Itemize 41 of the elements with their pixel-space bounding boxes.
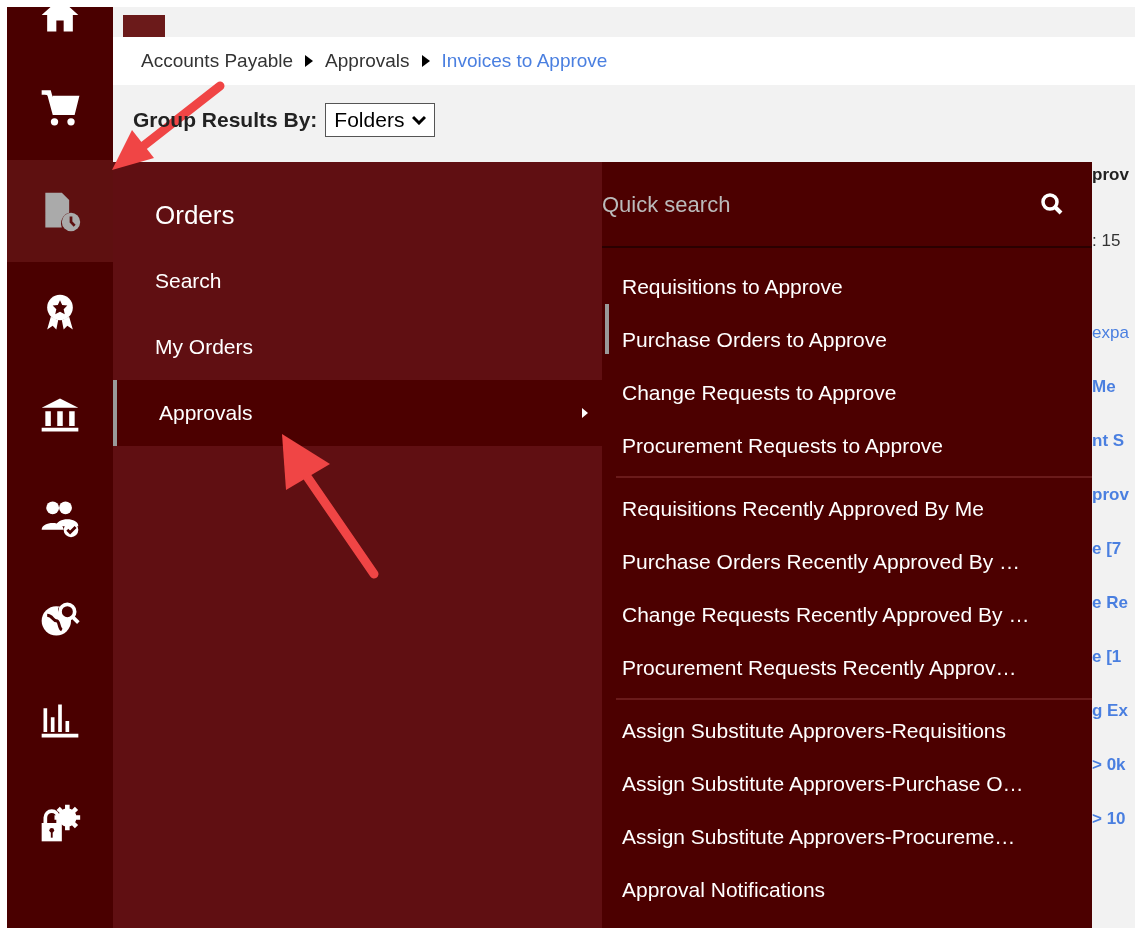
submenu-item[interactable]: Assign Substitute Approvers-Procureme… [602, 810, 1092, 863]
caret-icon [421, 55, 430, 67]
submenu-item[interactable]: Purchase Orders to Approve [602, 313, 1092, 366]
page-text-fragment: > 10 [1092, 808, 1127, 830]
scrollbar-thumb [605, 304, 609, 354]
sidebar-item[interactable] [7, 160, 113, 262]
submenu-item[interactable]: Requisitions to Approve [602, 260, 1092, 313]
page-text-fragment: prov [1092, 164, 1130, 186]
page-text-fragment: prov [1092, 484, 1130, 506]
submenu-item[interactable]: Requisitions Recently Approved By Me [602, 482, 1092, 535]
menu-item[interactable]: My Orders [113, 314, 602, 380]
page-text-fragment: Me [1092, 376, 1117, 398]
chevron-icon [412, 115, 427, 125]
group-select[interactable]: Folders [325, 103, 436, 137]
submenu-item[interactable]: Purchase Orders Recently Approved By … [602, 535, 1092, 588]
caret-icon [305, 55, 314, 67]
breadcrumb-link[interactable]: Accounts Payable [141, 46, 294, 76]
menu-item[interactable]: Approvals [113, 380, 602, 446]
submenu-item[interactable]: Change Requests to Approve [602, 366, 1092, 419]
caret-icon [582, 408, 588, 418]
page-text-fragment: e [1 [1092, 646, 1123, 668]
search-icon [1040, 192, 1064, 216]
breadcrumb-link[interactable]: Approvals [325, 46, 410, 76]
page-text-fragment: expa [1092, 322, 1130, 344]
breadcrumb-current[interactable]: Invoices to Approve [441, 46, 608, 76]
submenu-item[interactable]: Change Requests Recently Approved By … [602, 588, 1092, 641]
page-text-fragment: e [7 [1092, 538, 1123, 560]
page-text-fragment: nt S [1092, 430, 1126, 452]
submenu-item[interactable]: Procurement Requests Recently Approv… [602, 641, 1092, 694]
submenu-item[interactable]: Assign Substitute Approvers-Requisitions [602, 704, 1092, 757]
menu-title: Orders [154, 199, 236, 232]
menu-item[interactable]: Search [113, 248, 602, 314]
quick-search-field[interactable]: Quick search [602, 187, 902, 221]
page-text-fragment: e Re [1092, 592, 1129, 614]
logo-block [123, 15, 165, 37]
page-text-fragment: > 0k [1092, 754, 1127, 776]
submenu-item[interactable]: Assign Substitute Approvers-Purchase O… [602, 757, 1092, 810]
submenu-item[interactable]: Procurement Requests to Approve [602, 419, 1092, 472]
page-text-fragment: : 15 [1092, 230, 1122, 252]
page-text-fragment: g Ex [1092, 700, 1129, 722]
submenu-item[interactable]: Approval Notifications [602, 863, 1092, 916]
